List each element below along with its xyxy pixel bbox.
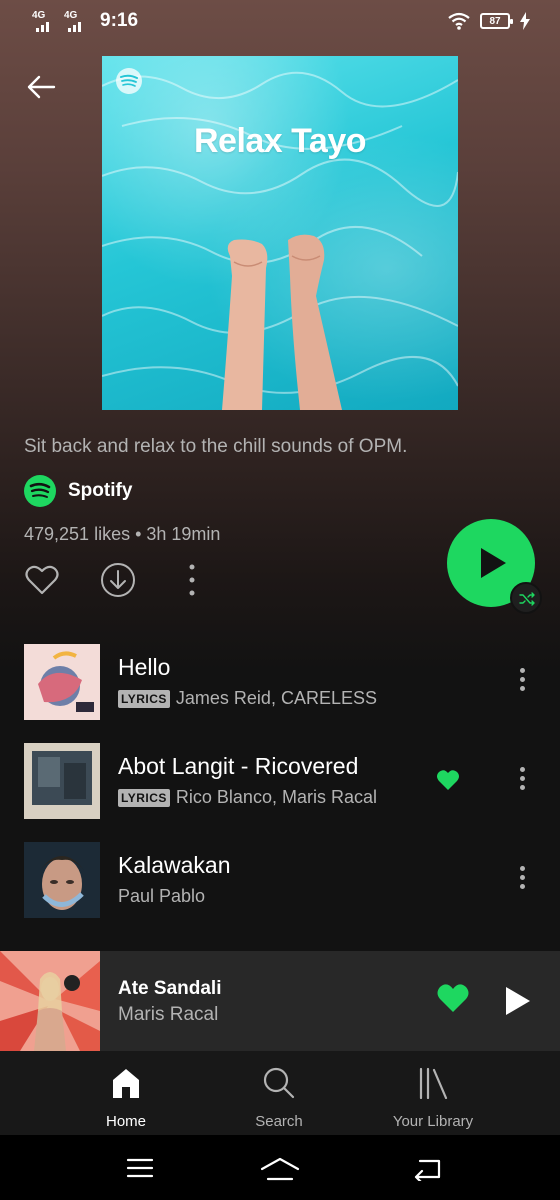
- heart-filled-icon: [437, 984, 469, 1012]
- nav-library[interactable]: Your Library: [363, 1065, 503, 1130]
- home-outline-icon: [260, 1157, 300, 1181]
- nav-library-label: Your Library: [392, 1113, 474, 1130]
- now-playing-play-button[interactable]: [505, 986, 531, 1021]
- now-playing-title: Ate Sandali: [118, 978, 222, 999]
- arrow-left-icon: [27, 75, 56, 99]
- back-system-button[interactable]: [412, 1157, 442, 1186]
- track-artists: James Reid, CARELESS: [175, 688, 377, 708]
- now-playing-art: [0, 951, 100, 1051]
- shuffle-icon: [519, 592, 535, 606]
- download-icon: [101, 563, 135, 597]
- clock: 9:16: [100, 10, 139, 31]
- network-type: 4G: [32, 10, 46, 21]
- wifi-icon: [448, 12, 470, 30]
- track-more-button[interactable]: [512, 767, 532, 797]
- search-icon: [263, 1067, 295, 1099]
- menu-icon: [126, 1158, 154, 1178]
- lyrics-badge: LYRICS: [118, 689, 170, 708]
- album-art: [24, 842, 100, 918]
- network-type-2: 4G: [64, 10, 78, 21]
- track-more-button[interactable]: [512, 668, 532, 698]
- album-art: [24, 743, 100, 819]
- track-title: Kalawakan: [118, 852, 231, 878]
- battery-icon: 87: [480, 13, 513, 29]
- playlist-screen: 4G 4G 9:16 87 Relax Tayo Sit back and re…: [0, 0, 560, 1200]
- nav-search[interactable]: Search: [209, 1065, 349, 1130]
- more-options-button[interactable]: [184, 562, 200, 603]
- cover-title: Relax Tayo: [193, 122, 367, 160]
- system-navigation: [0, 1135, 560, 1200]
- liked-button[interactable]: [436, 769, 460, 796]
- home-icon: [113, 1069, 139, 1098]
- track-subtitle: Paul Pablo: [118, 886, 205, 907]
- more-vertical-icon: [189, 564, 195, 596]
- now-playing-bar[interactable]: Ate Sandali Maris Racal: [0, 951, 560, 1051]
- home-system-button[interactable]: [260, 1157, 300, 1186]
- spotify-cover-logo-icon: [116, 68, 142, 94]
- album-art: [24, 644, 100, 720]
- water-ripples: [102, 71, 458, 410]
- track-title: Abot Langit - Ricovered: [118, 753, 359, 779]
- track-artists: Paul Pablo: [118, 886, 206, 906]
- track-row[interactable]: Hello LYRICS James Reid, CARELESS: [0, 644, 560, 722]
- download-button[interactable]: [100, 562, 136, 603]
- library-icon: [419, 1067, 448, 1099]
- cellular-signal-icon-2: 4G: [64, 10, 88, 32]
- track-more-button[interactable]: [512, 866, 532, 896]
- cellular-signal-icon: 4G: [32, 10, 56, 32]
- track-subtitle: LYRICS James Reid, CARELESS: [118, 688, 377, 709]
- track-title: Hello: [118, 654, 171, 680]
- lyrics-badge: LYRICS: [118, 788, 170, 807]
- play-icon: [506, 987, 530, 1015]
- heart-outline-icon: [25, 565, 59, 595]
- owner-name: Spotify: [68, 480, 133, 501]
- playlist-cover: Relax Tayo: [102, 56, 458, 410]
- back-button[interactable]: [24, 70, 58, 104]
- nav-home[interactable]: Home: [56, 1065, 196, 1130]
- spotify-logo-icon: [24, 475, 56, 507]
- menu-button[interactable]: [126, 1157, 154, 1184]
- track-row[interactable]: Abot Langit - Ricovered LYRICS Rico Blan…: [0, 743, 560, 821]
- bottom-navigation: Home Search Your Library: [0, 1051, 560, 1135]
- track-subtitle: LYRICS Rico Blanco, Maris Racal: [118, 787, 377, 808]
- back-system-icon: [414, 1159, 441, 1185]
- track-row[interactable]: Kalawakan Paul Pablo: [0, 842, 560, 920]
- nav-home-label: Home: [105, 1113, 146, 1130]
- track-artists: Rico Blanco, Maris Racal: [175, 787, 377, 807]
- now-playing-artist: Maris Racal: [118, 1004, 219, 1025]
- now-playing-like-button[interactable]: [436, 983, 470, 1018]
- playlist-meta: 479,251 likes • 3h 19min: [24, 524, 221, 544]
- like-button[interactable]: [24, 562, 60, 603]
- playlist-owner[interactable]: Spotify: [24, 475, 132, 507]
- nav-search-label: Search: [255, 1113, 303, 1130]
- charging-icon: [520, 12, 530, 30]
- shuffle-indicator[interactable]: [510, 582, 542, 614]
- status-bar: 4G 4G 9:16 87: [0, 0, 560, 44]
- battery-level: 87: [489, 15, 501, 27]
- playlist-description: Sit back and relax to the chill sounds o…: [24, 436, 408, 457]
- play-icon: [481, 548, 506, 578]
- heart-filled-icon: [437, 770, 459, 790]
